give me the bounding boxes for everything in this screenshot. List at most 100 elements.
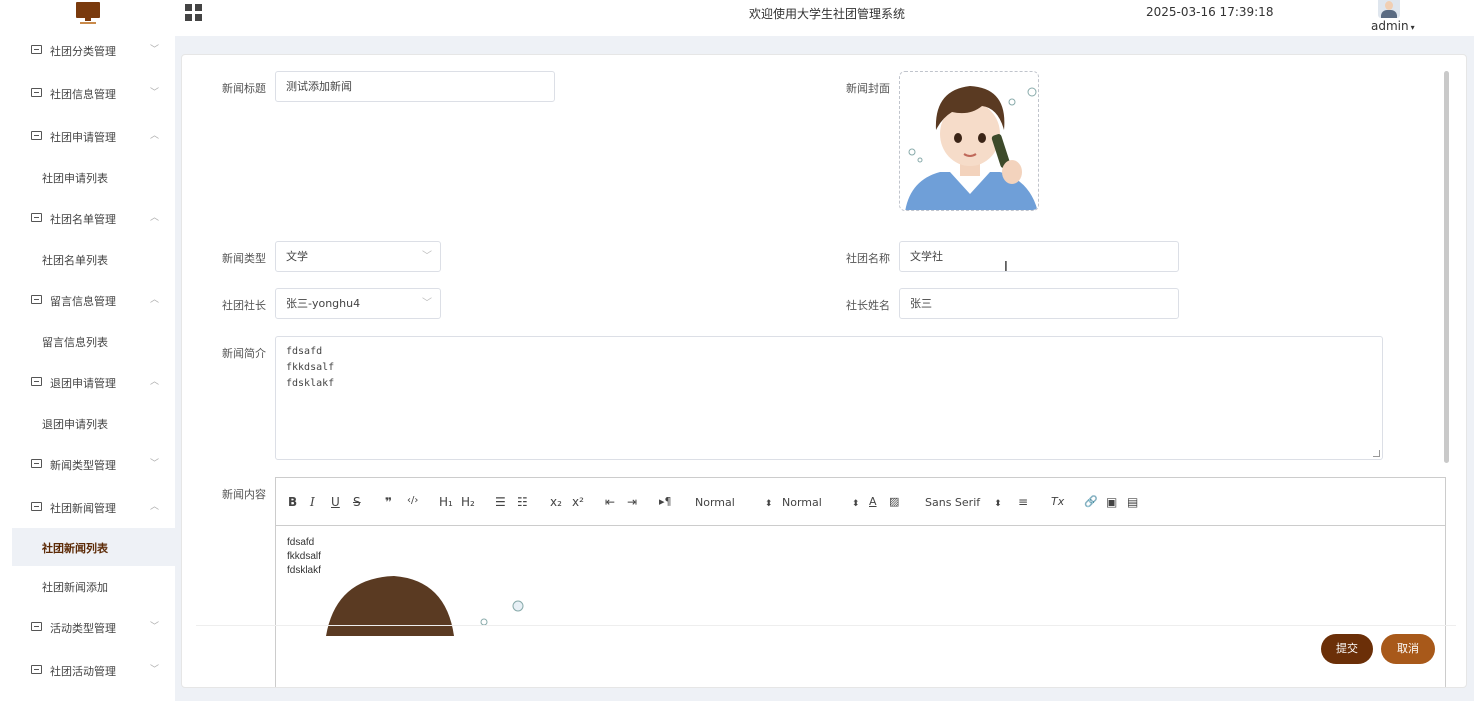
subscript-button[interactable]: x₂ <box>550 495 562 509</box>
user-menu[interactable]: admin ▾ <box>1371 19 1415 33</box>
sidebar-item-club-category[interactable]: 社团分类管理 ﹀ <box>0 36 175 66</box>
sidebar-subitem-news-list[interactable]: 社团新闻列表 <box>12 528 175 566</box>
club-leader-label: 社团社长 <box>222 299 266 312</box>
menu-card-icon <box>31 295 42 304</box>
code-block-button[interactable]: ‹/› <box>407 495 418 506</box>
cover-image-upload[interactable] <box>899 71 1039 211</box>
bold-button[interactable]: B <box>288 495 297 509</box>
sidebar-subitem-label: 社团新闻添加 <box>42 581 108 594</box>
chevron-down-icon: ▾ <box>1410 23 1415 32</box>
strike-button[interactable]: S <box>353 495 361 509</box>
title-input[interactable]: 测试添加新闻 <box>275 71 555 102</box>
chevron-up-icon: ︿ <box>150 131 160 141</box>
club-name-input[interactable]: 文学社 <box>899 241 1179 272</box>
underline-button[interactable]: U <box>331 495 340 509</box>
sidebar-item-label: 社团申请管理 <box>50 131 116 144</box>
chevron-down-icon: ﹀ <box>150 622 160 632</box>
outdent-button[interactable]: ⇤ <box>605 495 615 509</box>
menu-card-icon <box>31 213 42 222</box>
sidebar-item-club-roster[interactable]: 社团名单管理 ︿ <box>0 204 175 234</box>
sidebar-item-club-news[interactable]: 社团新闻管理 ︿ <box>0 493 175 523</box>
align-button[interactable]: ≡ <box>1018 495 1028 509</box>
size-select[interactable]: Normal ⬍ <box>695 496 772 509</box>
chevron-up-icon: ︿ <box>150 377 160 387</box>
clean-format-button[interactable]: Tx <box>1051 495 1064 508</box>
content-label: 新闻内容 <box>222 488 266 501</box>
user-avatar[interactable] <box>1378 0 1400 18</box>
sidebar-subitem-news-add[interactable]: 社团新闻添加 <box>12 567 175 605</box>
computer-logo-icon <box>76 2 100 24</box>
sidebar-subitem-label: 退团申请列表 <box>42 418 108 431</box>
datetime-display: 2025-03-16 17:39:18 <box>1146 5 1274 19</box>
sidebar-subitem-label: 社团新闻列表 <box>42 542 108 555</box>
header-select-value: Normal <box>782 496 822 509</box>
menu-card-icon <box>31 622 42 631</box>
sidebar-subitem-application-list[interactable]: 社团申请列表 <box>12 158 175 196</box>
news-type-label: 新闻类型 <box>222 252 266 265</box>
header-select[interactable]: Normal ⬍ <box>782 496 859 509</box>
leader-name-input[interactable]: 张三 <box>899 288 1179 319</box>
cover-label: 新闻封面 <box>846 82 890 95</box>
sidebar-item-label: 活动类型管理 <box>50 622 116 635</box>
club-leader-select[interactable]: 张三-yonghu4 ﹀ <box>275 288 441 319</box>
news-type-select[interactable]: 文学 ﹀ <box>275 241 441 272</box>
sidebar-item-withdrawal[interactable]: 退团申请管理 ︿ <box>0 368 175 398</box>
scrollbar-thumb[interactable] <box>1444 71 1449 463</box>
rich-text-editor[interactable]: B I U S ❞ ‹/› H₁ H₂ ☰ ☷ x₂ x² ⇤ ⇥ ▸¶ Nor… <box>275 477 1446 687</box>
editor-content[interactable]: fdsafd fkkdsalf fdsklakf <box>287 536 321 578</box>
text-color-button[interactable]: A <box>869 495 877 508</box>
sidebar-subitem-withdrawal-list[interactable]: 退团申请列表 <box>12 404 175 442</box>
link-button[interactable]: 🔗 <box>1084 495 1098 508</box>
background-color-button[interactable]: ▨ <box>889 495 899 508</box>
resize-handle-icon[interactable] <box>1373 450 1380 457</box>
intro-line: fkkdsalf <box>286 362 335 373</box>
top-header: 欢迎使用大学生社团管理系统 2025-03-16 17:39:18 admin ▾ <box>0 0 1474 36</box>
sidebar-item-club-application[interactable]: 社团申请管理 ︿ <box>0 122 175 152</box>
sidebar-item-label: 社团信息管理 <box>50 88 116 101</box>
chevron-down-icon: ﹀ <box>150 88 160 98</box>
footer-divider <box>196 625 1456 626</box>
header1-button[interactable]: H₁ <box>439 495 453 509</box>
image-button[interactable]: ▣ <box>1106 495 1117 509</box>
sidebar-subitem-roster-list[interactable]: 社团名单列表 <box>12 240 175 278</box>
header2-button[interactable]: H₂ <box>461 495 475 509</box>
chevron-up-icon: ︿ <box>150 502 160 512</box>
blockquote-button[interactable]: ❞ <box>385 495 392 509</box>
apps-grid-icon[interactable] <box>185 4 202 21</box>
sidebar-item-news-type[interactable]: 新闻类型管理 ﹀ <box>0 450 175 480</box>
chevron-down-icon: ﹀ <box>422 298 432 309</box>
bullet-list-button[interactable]: ☷ <box>517 495 528 509</box>
cancel-button[interactable]: 取消 <box>1381 634 1435 664</box>
intro-line: fdsafd <box>286 346 323 357</box>
intro-label: 新闻简介 <box>222 347 266 360</box>
submit-button[interactable]: 提交 <box>1321 634 1373 664</box>
italic-button[interactable]: I <box>310 495 315 509</box>
chevron-down-icon: ﹀ <box>150 459 160 469</box>
sidebar-item-label: 社团活动管理 <box>50 665 116 678</box>
club-name-label: 社团名称 <box>846 252 890 265</box>
sidebar-item-club-activity[interactable]: 社团活动管理 ﹀ <box>0 656 175 686</box>
intro-textarea[interactable]: fdsafd fkkdsalf fdsklakf <box>275 336 1383 460</box>
news-type-value: 文学 <box>286 250 308 263</box>
video-button[interactable]: ▤ <box>1127 495 1138 509</box>
menu-card-icon <box>31 88 42 97</box>
menu-card-icon <box>31 665 42 674</box>
sidebar-item-label: 社团新闻管理 <box>50 502 116 515</box>
chevron-up-icon: ︿ <box>150 213 160 223</box>
sidebar: 社团分类管理 ﹀ 社团信息管理 ﹀ 社团申请管理 ︿ 社团申请列表 社团名单管理… <box>0 36 175 701</box>
ordered-list-button[interactable]: ☰ <box>495 495 506 509</box>
sidebar-item-club-info[interactable]: 社团信息管理 ﹀ <box>0 79 175 109</box>
sidebar-item-activity-type[interactable]: 活动类型管理 ﹀ <box>0 613 175 643</box>
sidebar-subitem-label: 社团申请列表 <box>42 172 108 185</box>
superscript-button[interactable]: x² <box>572 495 584 509</box>
text-direction-button[interactable]: ▸¶ <box>659 495 672 508</box>
content-line: fdsafd <box>287 537 315 548</box>
font-select[interactable]: Sans Serif ⬍ <box>925 496 1002 509</box>
sidebar-subitem-message-list[interactable]: 留言信息列表 <box>12 322 175 360</box>
sidebar-item-messages[interactable]: 留言信息管理 ︿ <box>0 286 175 316</box>
content-line: fkkdsalf <box>287 551 321 562</box>
chevron-down-icon: ﹀ <box>422 251 432 262</box>
updown-icon: ⬍ <box>994 499 1002 509</box>
indent-button[interactable]: ⇥ <box>627 495 637 509</box>
title-label: 新闻标题 <box>222 82 266 95</box>
